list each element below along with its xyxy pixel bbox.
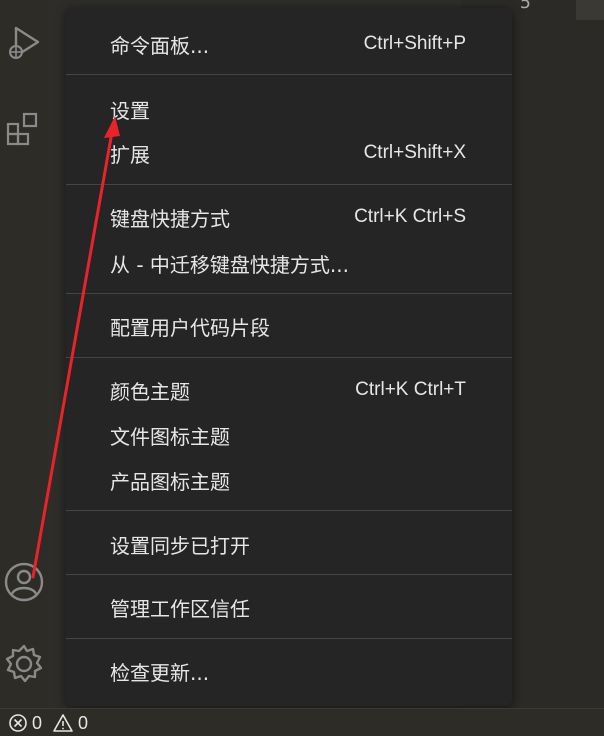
menu-item-extensions[interactable]: 扩展 Ctrl+Shift+X (110, 136, 466, 170)
extensions-icon[interactable] (0, 106, 48, 154)
menu-separator (66, 638, 512, 639)
menu-separator (66, 574, 512, 575)
menu-item-shortcut: Ctrl+K Ctrl+T (355, 379, 466, 400)
vscode-window: 5 命令面板... Ctrl+Shift+P 设置 扩展 Ctrl+Shift+… (0, 0, 604, 736)
error-icon (9, 714, 27, 732)
line-number: 5 (520, 0, 531, 13)
menu-separator (66, 510, 512, 511)
menu-item-label: 从 - 中迁移键盘快捷方式... (110, 252, 350, 277)
menu-item-file-icon-theme[interactable]: 文件图标主题 (110, 418, 466, 452)
menu-item-color-theme[interactable]: 颜色主题 Ctrl+K Ctrl+T (110, 373, 466, 407)
error-count: 0 (32, 712, 43, 733)
menu-item-settings-sync[interactable]: 设置同步已打开 (110, 527, 466, 561)
menu-item-shortcut: Ctrl+Shift+X (363, 142, 466, 163)
menu-item-product-icon-theme[interactable]: 产品图标主题 (110, 463, 466, 497)
menu-item-keyboard-shortcuts[interactable]: 键盘快捷方式 Ctrl+K Ctrl+S (110, 200, 466, 234)
warning-icon (53, 714, 73, 732)
menu-separator (66, 74, 512, 75)
run-debug-icon[interactable] (0, 18, 48, 66)
problems-indicator[interactable]: 0 0 (8, 713, 88, 734)
manage-gear-icon[interactable] (0, 640, 48, 688)
menu-separator (66, 184, 512, 185)
menu-item-label: 扩展 (110, 142, 150, 167)
menu-item-workspace-trust[interactable]: 管理工作区信任 (110, 590, 466, 624)
menu-item-check-updates[interactable]: 检查更新... (110, 654, 466, 688)
menu-item-label: 配置用户代码片段 (110, 315, 270, 340)
menu-item-label: 检查更新... (110, 660, 210, 685)
menu-item-settings[interactable]: 设置 (110, 92, 466, 126)
menu-item-user-snippets[interactable]: 配置用户代码片段 (110, 309, 466, 343)
menu-item-label: 键盘快捷方式 (110, 206, 230, 231)
editor-minimap (576, 0, 604, 20)
menu-item-shortcut: Ctrl+K Ctrl+S (354, 206, 466, 227)
activity-bar (0, 0, 48, 708)
menu-separator (66, 357, 512, 358)
menu-separator (66, 293, 512, 294)
account-icon[interactable] (0, 558, 48, 606)
menu-item-label: 设置 (110, 98, 150, 123)
menu-item-migrate-keybindings[interactable]: 从 - 中迁移键盘快捷方式... (110, 246, 466, 280)
menu-item-label: 管理工作区信任 (110, 596, 250, 621)
menu-item-label: 颜色主题 (110, 379, 190, 404)
menu-item-label: 命令面板... (110, 33, 210, 58)
manage-context-menu: 命令面板... Ctrl+Shift+P 设置 扩展 Ctrl+Shift+X … (66, 8, 512, 706)
menu-item-label: 产品图标主题 (110, 469, 230, 494)
menu-item-command-palette[interactable]: 命令面板... Ctrl+Shift+P (110, 27, 466, 61)
menu-item-shortcut: Ctrl+Shift+P (363, 33, 466, 54)
menu-item-label: 设置同步已打开 (110, 533, 250, 558)
warning-count: 0 (78, 712, 89, 733)
status-bar: 0 0 (0, 708, 604, 736)
menu-item-label: 文件图标主题 (110, 424, 230, 449)
